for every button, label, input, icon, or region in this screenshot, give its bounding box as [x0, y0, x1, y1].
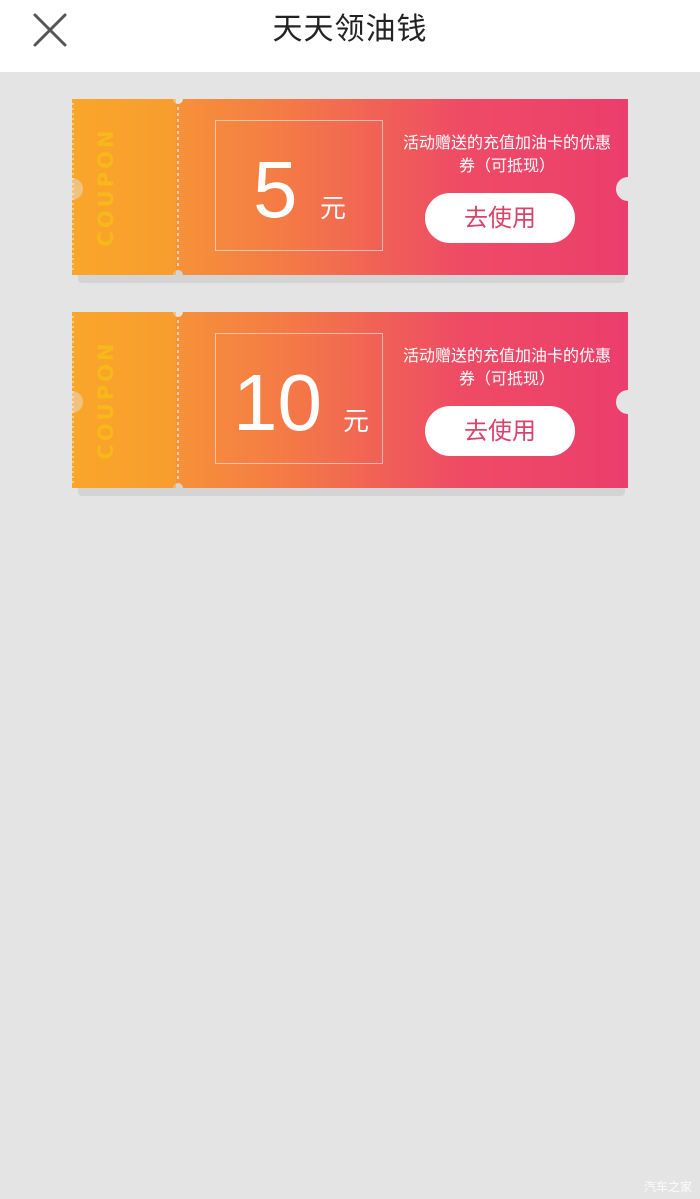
coupon-description: 活动赠送的充值加油卡的优惠券（可抵现）: [402, 133, 611, 175]
coupon-card: COUPON 10 元 活动赠送的充值加油卡的优惠券（可抵现） 去使用: [72, 312, 628, 496]
coupon-amount: 5: [253, 145, 298, 234]
use-coupon-button[interactable]: 去使用: [425, 193, 575, 243]
coupon-value-box: 10 元: [215, 333, 383, 464]
page-title: 天天领油钱: [272, 12, 428, 47]
use-coupon-button[interactable]: 去使用: [425, 406, 575, 456]
header-bar: 天天领油钱: [0, 0, 700, 72]
coupon-unit: 元: [320, 194, 347, 224]
watermark: 汽车之家: [643, 1180, 692, 1194]
coupon-unit: 元: [343, 407, 370, 437]
coupon-amount: 10: [233, 358, 322, 447]
coupon-description: 活动赠送的充值加油卡的优惠券（可抵现）: [402, 346, 611, 388]
coupon-stub-label: COUPON: [94, 127, 118, 247]
coupon-card: COUPON 5 元 活动赠送的充值加油卡的优惠券（可抵现） 去使用: [72, 99, 628, 283]
coupon-stub-label: COUPON: [94, 340, 118, 460]
coupon-value-box: 5 元: [215, 120, 383, 251]
